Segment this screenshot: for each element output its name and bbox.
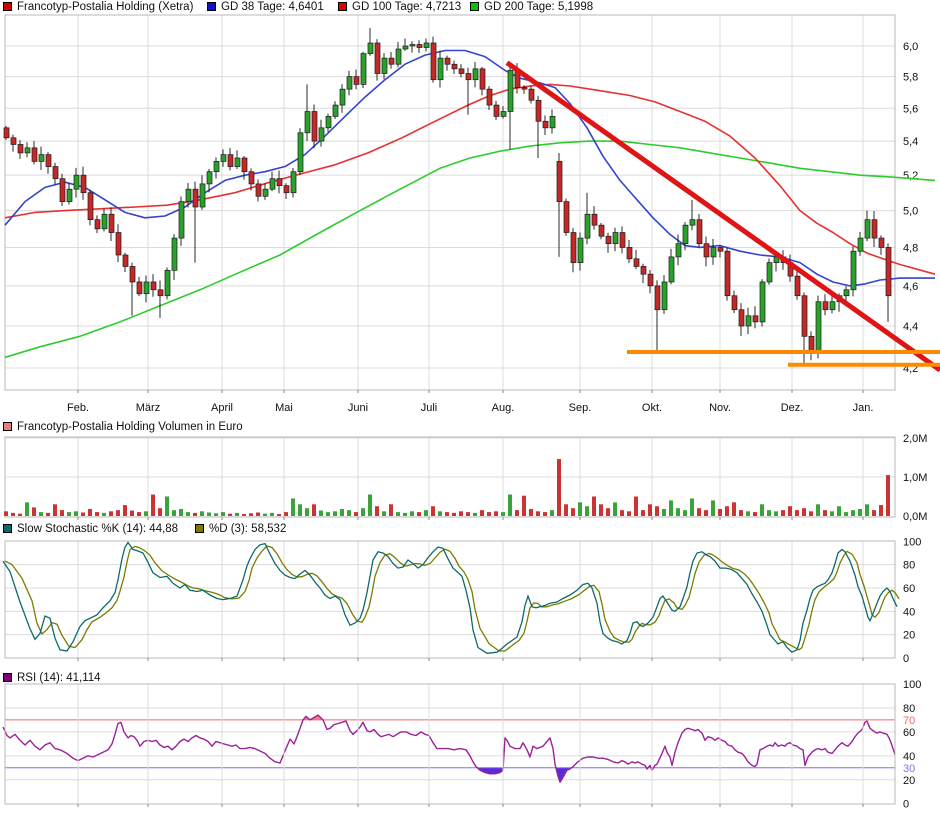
svg-text:0,0M: 0,0M xyxy=(903,511,927,523)
candles-layer xyxy=(4,28,891,364)
stoch-k-label: Slow Stochastic %K (14): 44,88 xyxy=(17,523,178,535)
svg-text:5,0: 5,0 xyxy=(903,206,918,218)
svg-text:Juni: Juni xyxy=(348,402,368,414)
svg-text:0: 0 xyxy=(903,799,909,811)
gd100-label: GD 100 Tage: 4,7213 xyxy=(352,1,461,13)
svg-text:Mai: Mai xyxy=(275,402,293,414)
instrument-color-swatch xyxy=(3,2,12,11)
price-panel: 6,05,85,65,45,25,04,84,64,44,2Feb.MärzAp… xyxy=(4,15,940,414)
svg-text:6,0: 6,0 xyxy=(903,41,918,53)
svg-text:Feb.: Feb. xyxy=(67,402,89,414)
stochastic-panel: 100 80 60 40 20 0 xyxy=(3,536,921,665)
stoch-k-color-swatch xyxy=(3,524,12,533)
svg-text:2,0M: 2,0M xyxy=(903,433,927,445)
stoch-d-label: %D (3): 58,532 xyxy=(209,523,286,535)
stock-chart-page: 6,05,85,65,45,25,04,84,64,44,2Feb.MärzAp… xyxy=(0,0,940,814)
svg-text:4,8: 4,8 xyxy=(903,242,918,254)
svg-text:0: 0 xyxy=(903,653,909,665)
svg-text:5,6: 5,6 xyxy=(903,103,918,115)
stoch-d-color-swatch xyxy=(195,524,204,533)
gd200-color-swatch xyxy=(470,2,479,11)
volume-label: Francotyp-Postalia Holding Volumen in Eu… xyxy=(17,421,243,433)
moving-average-lines xyxy=(5,51,935,358)
svg-text:40: 40 xyxy=(903,751,915,763)
chart-canvas: 6,05,85,65,45,25,04,84,64,44,2Feb.MärzAp… xyxy=(0,0,940,814)
svg-text:20: 20 xyxy=(903,775,915,787)
stoch-k-line xyxy=(3,543,897,654)
svg-text:100: 100 xyxy=(903,536,921,548)
volume-bars xyxy=(4,459,890,516)
svg-text:5,2: 5,2 xyxy=(903,170,918,182)
svg-text:70: 70 xyxy=(903,715,915,727)
svg-text:80: 80 xyxy=(903,703,915,715)
svg-text:4,4: 4,4 xyxy=(903,321,918,333)
svg-text:100: 100 xyxy=(903,679,921,691)
svg-text:5,8: 5,8 xyxy=(903,72,918,84)
svg-text:Juli: Juli xyxy=(421,402,438,414)
ma-line xyxy=(5,84,935,274)
downtrend-line xyxy=(507,63,940,370)
rsi-color-swatch xyxy=(3,673,12,682)
svg-text:Nov.: Nov. xyxy=(709,402,731,414)
svg-text:80: 80 xyxy=(903,560,915,572)
svg-text:4,6: 4,6 xyxy=(903,281,918,293)
rsi-line xyxy=(3,715,895,782)
svg-text:5,4: 5,4 xyxy=(903,136,918,148)
rsi-label: RSI (14): 41,114 xyxy=(17,672,101,684)
volume-color-swatch xyxy=(3,422,12,431)
svg-text:März: März xyxy=(136,402,160,414)
gd100-color-swatch xyxy=(338,2,347,11)
gd38-color-swatch xyxy=(207,2,216,11)
svg-text:Sep.: Sep. xyxy=(569,402,592,414)
svg-text:Aug.: Aug. xyxy=(492,402,515,414)
svg-text:60: 60 xyxy=(903,727,915,739)
gd200-label: GD 200 Tage: 5,1998 xyxy=(484,1,593,13)
svg-text:Jan.: Jan. xyxy=(853,402,874,414)
stoch-d-line xyxy=(5,546,899,651)
volume-panel: 2,0M 1,0M 0,0M xyxy=(4,433,927,523)
svg-text:30: 30 xyxy=(903,763,915,775)
svg-text:1,0M: 1,0M xyxy=(903,472,927,484)
svg-text:60: 60 xyxy=(903,583,915,595)
svg-text:40: 40 xyxy=(903,606,915,618)
gd38-label: GD 38 Tage: 4,6401 xyxy=(221,1,324,13)
ma-line xyxy=(5,141,935,357)
svg-text:Okt.: Okt. xyxy=(642,402,662,414)
instrument-label: Francotyp-Postalia Holding (Xetra) xyxy=(17,1,193,13)
rsi-panel: 100 807060 403020 0 xyxy=(3,679,921,811)
svg-text:20: 20 xyxy=(903,630,915,642)
svg-text:April: April xyxy=(211,402,233,414)
svg-text:Dez.: Dez. xyxy=(781,402,804,414)
